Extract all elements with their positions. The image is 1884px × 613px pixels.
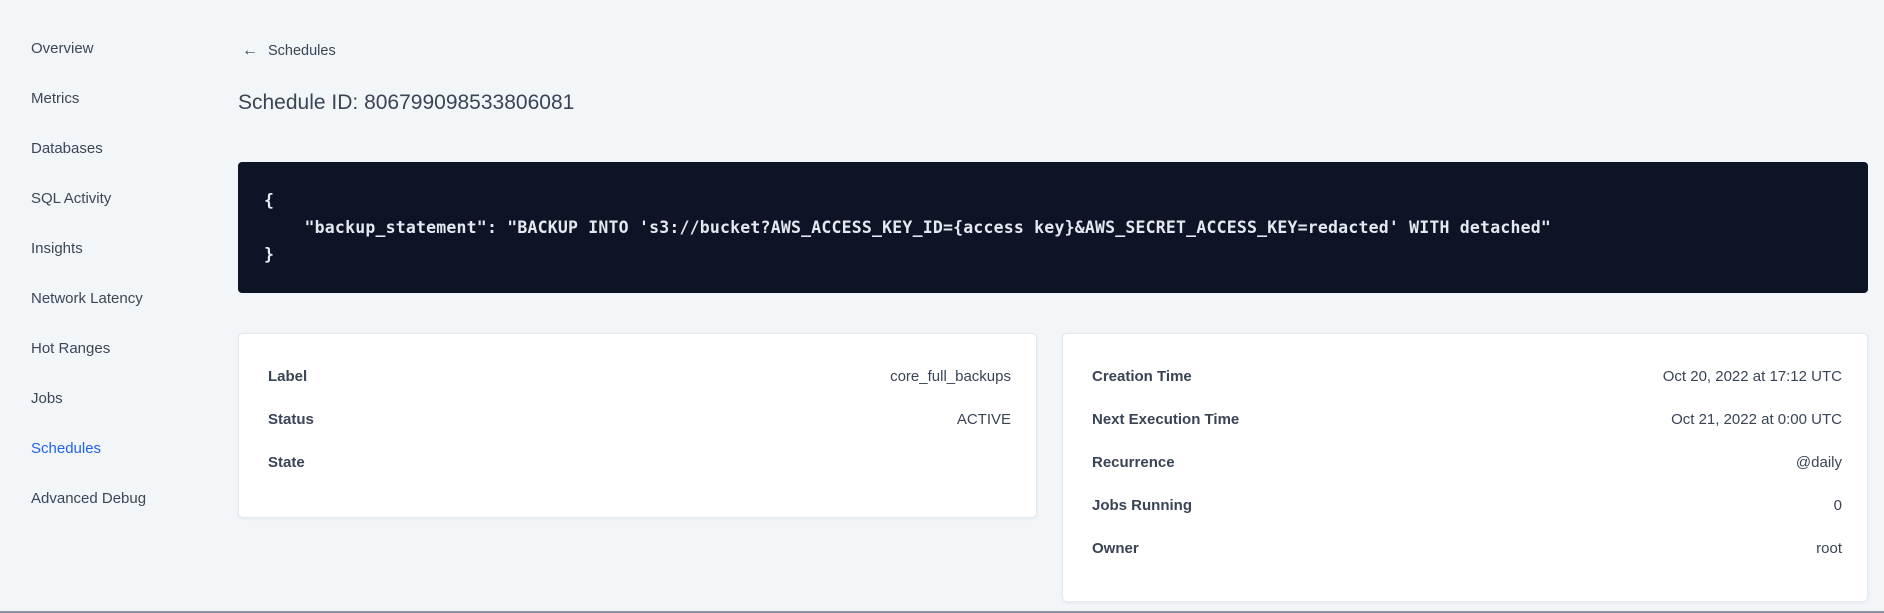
code-line: "backup_statement": "BACKUP INTO 's3://b… xyxy=(264,218,1551,237)
schedule-status-card: Label core_full_backups Status ACTIVE St… xyxy=(238,333,1037,518)
card-row-owner: Owner root xyxy=(1063,527,1867,570)
sidebar: Overview Metrics Databases SQL Activity … xyxy=(0,23,200,523)
sidebar-item-metrics[interactable]: Metrics xyxy=(0,73,200,123)
sidebar-item-databases[interactable]: Databases xyxy=(0,123,200,173)
code-line: } xyxy=(264,245,275,264)
main-content: ← Schedules Schedule ID: 806799098533806… xyxy=(238,0,1868,613)
row-value: root xyxy=(1816,540,1842,557)
row-value: core_full_backups xyxy=(890,368,1011,385)
schedule-timing-card: Creation Time Oct 20, 2022 at 17:12 UTC … xyxy=(1062,333,1868,602)
row-label: State xyxy=(268,454,305,471)
row-label: Next Execution Time xyxy=(1092,411,1240,428)
row-value: Oct 20, 2022 at 17:12 UTC xyxy=(1662,368,1842,385)
card-row-creation-time: Creation Time Oct 20, 2022 at 17:12 UTC xyxy=(1063,355,1867,398)
row-label: Owner xyxy=(1092,540,1139,557)
card-row-recurrence: Recurrence @daily xyxy=(1063,441,1867,484)
row-label: Jobs Running xyxy=(1092,497,1192,514)
sidebar-item-schedules[interactable]: Schedules xyxy=(0,423,200,473)
sidebar-item-sql-activity[interactable]: SQL Activity xyxy=(0,173,200,223)
row-label: Creation Time xyxy=(1092,368,1192,385)
card-row-label: Label core_full_backups xyxy=(239,355,1036,398)
row-label: Recurrence xyxy=(1092,454,1175,471)
card-row-state: State xyxy=(239,441,1036,484)
sidebar-item-jobs[interactable]: Jobs xyxy=(0,373,200,423)
back-arrow-icon: ← xyxy=(242,42,258,59)
row-value: ACTIVE xyxy=(956,411,1011,428)
row-label: Label xyxy=(268,368,308,385)
sidebar-item-network-latency[interactable]: Network Latency xyxy=(0,273,200,323)
backup-statement-code-block: { "backup_statement": "BACKUP INTO 's3:/… xyxy=(238,162,1868,293)
row-label: Status xyxy=(268,411,314,428)
code-line: { xyxy=(264,191,275,210)
page-title: Schedule ID: 806799098533806081 xyxy=(238,91,575,114)
sidebar-item-insights[interactable]: Insights xyxy=(0,223,200,273)
back-to-schedules-link[interactable]: ← Schedules xyxy=(242,42,336,60)
row-value: @daily xyxy=(1795,454,1842,471)
sidebar-item-advanced-debug[interactable]: Advanced Debug xyxy=(0,473,200,523)
row-value: Oct 21, 2022 at 0:00 UTC xyxy=(1671,411,1842,428)
card-row-status: Status ACTIVE xyxy=(239,398,1036,441)
card-row-next-execution-time: Next Execution Time Oct 21, 2022 at 0:00… xyxy=(1063,398,1867,441)
row-value: 0 xyxy=(1833,497,1842,514)
sidebar-item-overview[interactable]: Overview xyxy=(0,23,200,73)
sidebar-item-hot-ranges[interactable]: Hot Ranges xyxy=(0,323,200,373)
card-row-jobs-running: Jobs Running 0 xyxy=(1063,484,1867,527)
back-link-label: Schedules xyxy=(268,43,336,59)
